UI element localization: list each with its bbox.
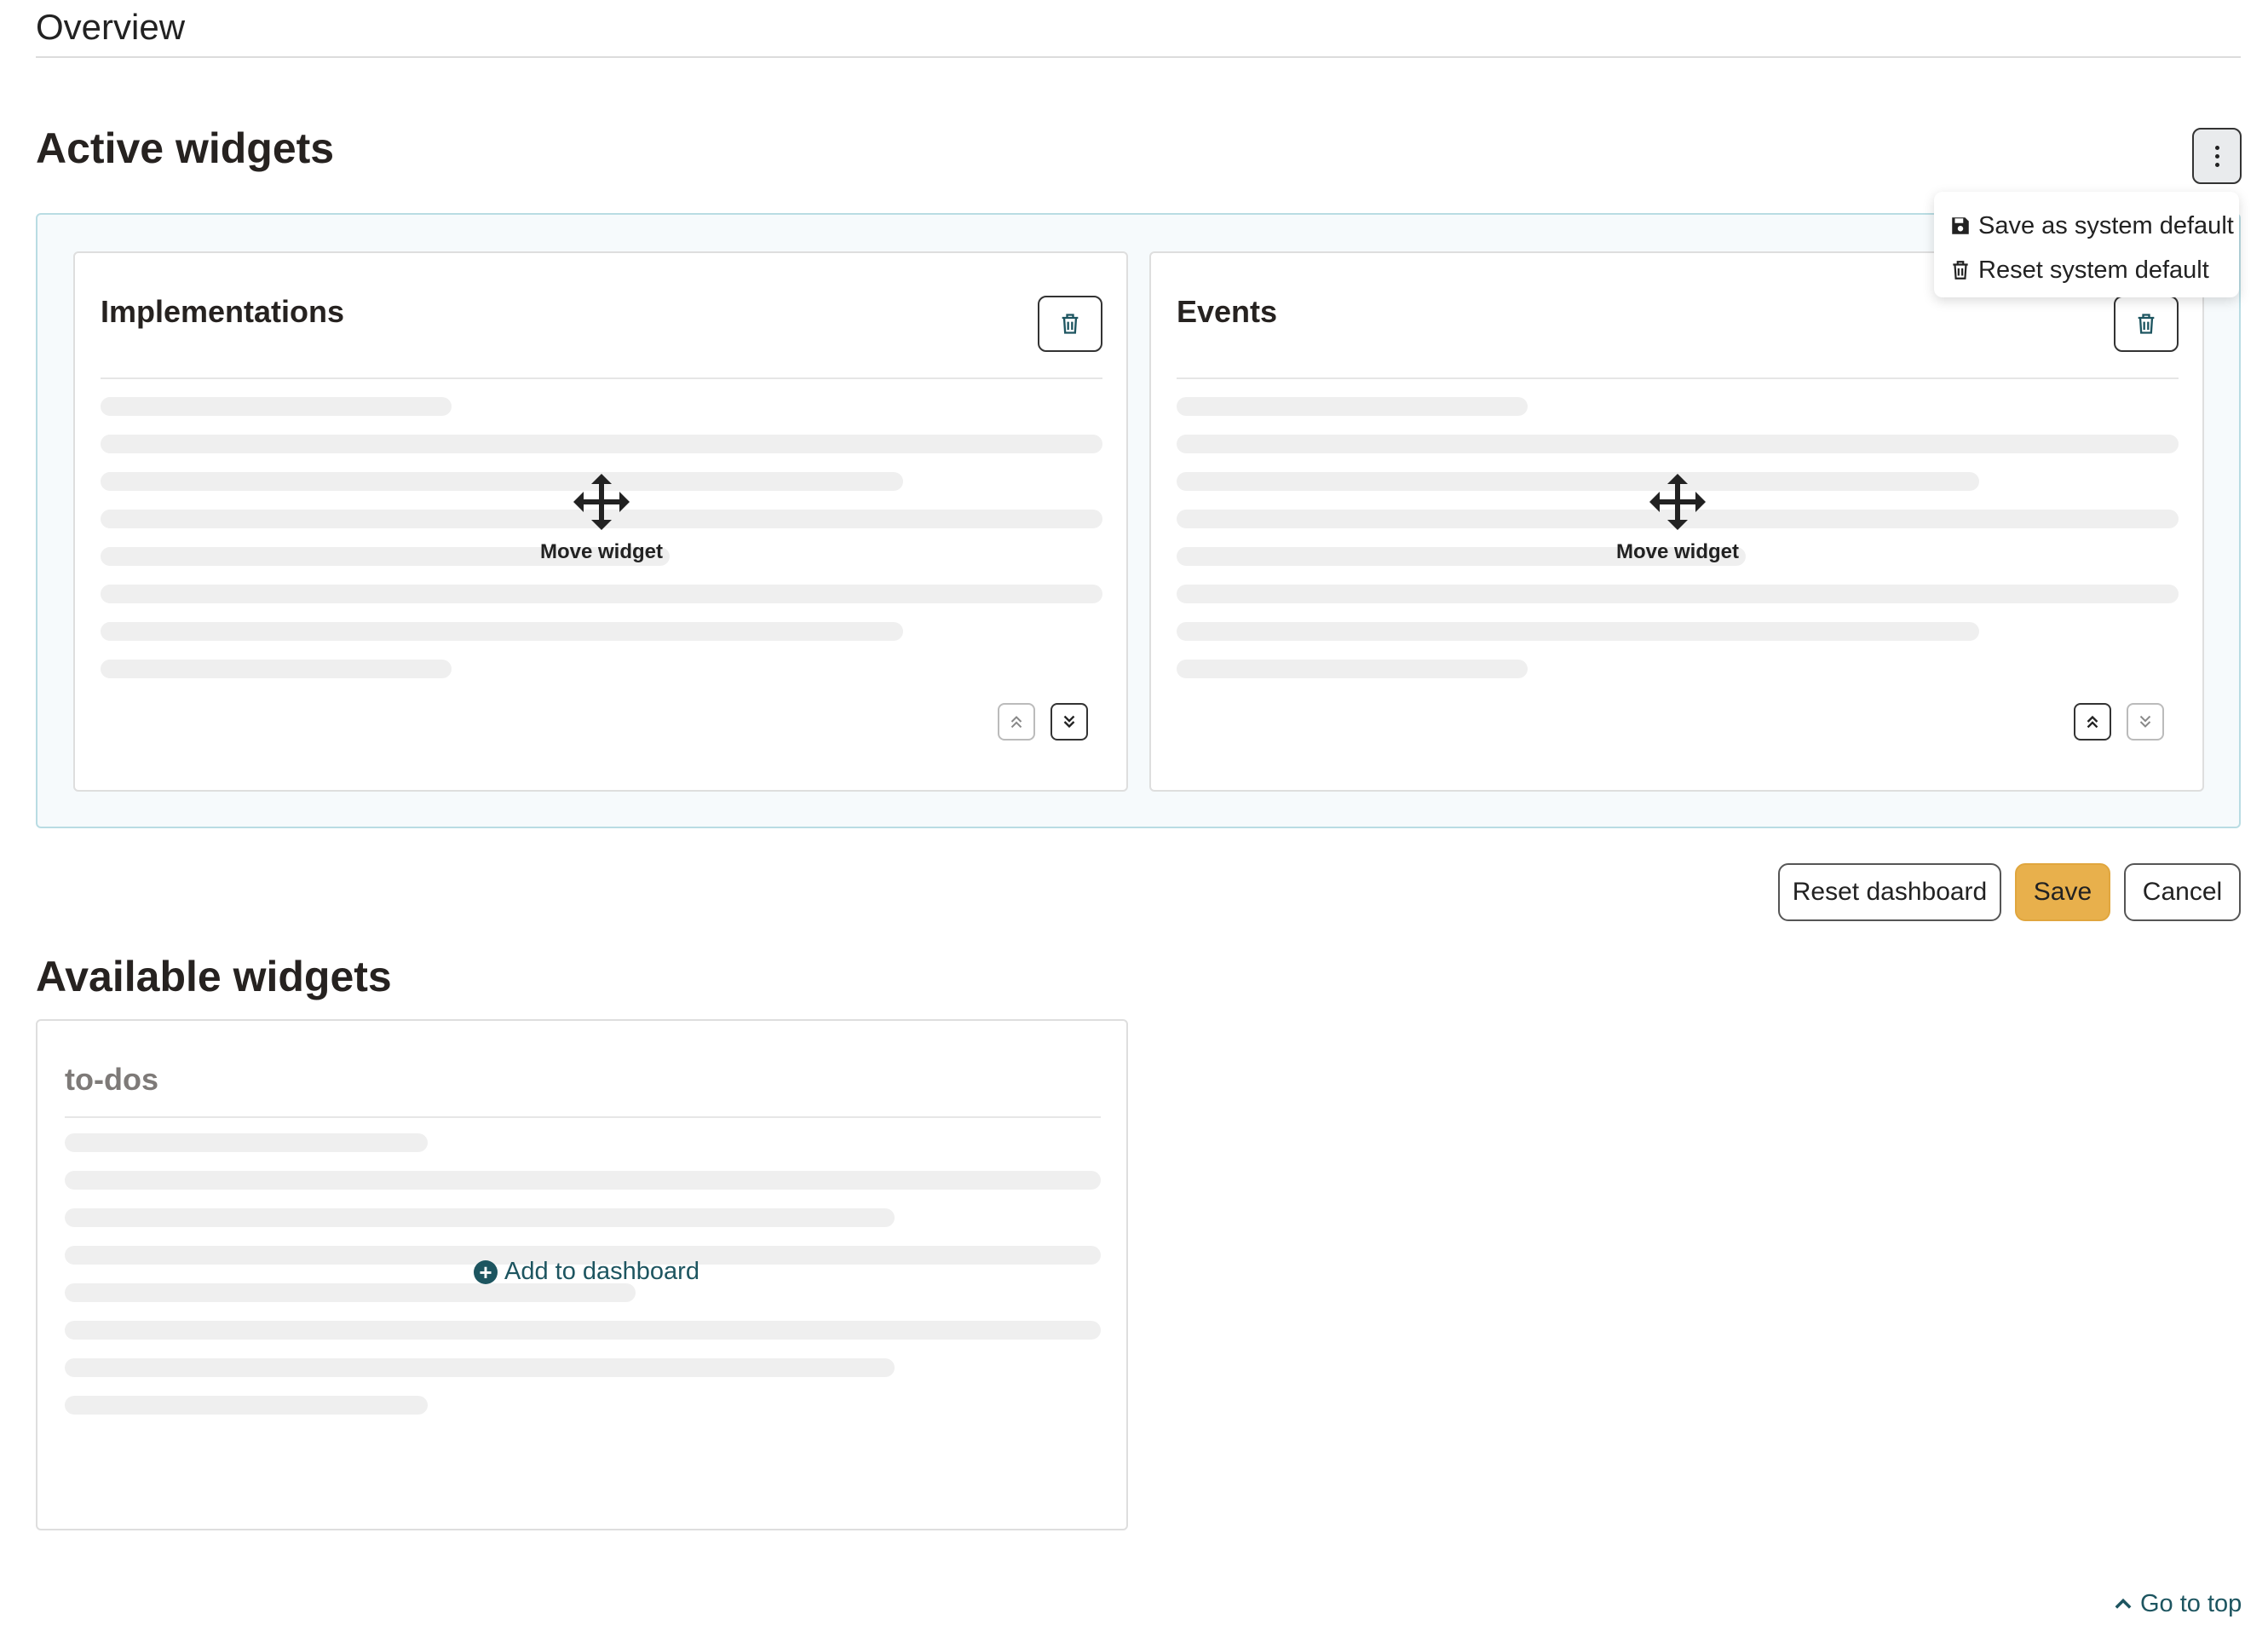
double-chevron-down-icon — [1063, 715, 1075, 729]
save-button[interactable]: Save — [2015, 863, 2110, 921]
move-icon — [1649, 474, 1706, 530]
move-widget-handle[interactable]: Move widget — [1575, 471, 1780, 564]
double-chevron-up-icon — [1010, 716, 1022, 729]
skeleton-line — [101, 622, 903, 641]
widget-title: Implementations — [101, 294, 345, 329]
widget-title: to-dos — [65, 1062, 158, 1097]
add-to-dashboard-button[interactable]: + Add to dashboard — [474, 1258, 699, 1286]
chevron-up-icon — [2115, 1598, 2132, 1609]
reset-dashboard-button[interactable]: Reset dashboard — [1778, 863, 2001, 921]
menu-item-reset-system-default[interactable]: Reset system default — [1934, 248, 2239, 292]
go-to-top-label: Go to top — [2140, 1590, 2242, 1617]
skeleton-line — [1177, 660, 1528, 678]
double-chevron-up-icon — [2087, 715, 2098, 729]
menu-item-save-system-default[interactable]: Save as system default — [1934, 204, 2239, 248]
trash-icon — [1953, 261, 1968, 280]
skeleton-line — [65, 1396, 428, 1415]
widget-divider — [1177, 377, 2179, 379]
skeleton-line — [65, 1171, 1101, 1190]
move-widget-handle[interactable]: Move widget — [499, 471, 704, 564]
menu-item-label: Save as system default — [1978, 211, 2234, 239]
add-to-dashboard-label: Add to dashboard — [504, 1258, 699, 1285]
trash-icon — [1062, 314, 1079, 334]
widget-card-implementations[interactable]: Implementations Move widget — [73, 251, 1128, 792]
skeleton-line — [65, 1208, 895, 1227]
skeleton-line — [1177, 435, 2179, 453]
menu-item-label: Reset system default — [1978, 256, 2209, 284]
move-widget-label: Move widget — [539, 540, 663, 563]
cancel-button[interactable]: Cancel — [2124, 863, 2241, 921]
skeleton-line — [101, 585, 1102, 603]
skeleton-line — [65, 1283, 636, 1302]
available-widgets-heading: Available widgets — [36, 953, 392, 1000]
skeleton-line — [1177, 397, 1528, 416]
skeleton-line — [65, 1321, 1101, 1340]
more-options-button[interactable] — [2192, 128, 2242, 184]
page-title: Overview — [36, 7, 186, 47]
options-menu: Save as system default Reset system defa… — [1934, 192, 2239, 297]
plus-circle-icon: + — [474, 1259, 498, 1284]
skeleton-line — [101, 435, 1102, 453]
double-chevron-down-icon — [2139, 715, 2151, 728]
remove-widget-button[interactable] — [1038, 296, 1102, 352]
active-widgets-area: Implementations Move widget Events Move … — [36, 213, 2241, 828]
widget-card-events[interactable]: Events Move widget — [1149, 251, 2204, 792]
skeleton-line — [101, 660, 452, 678]
move-up-button[interactable] — [2074, 703, 2111, 741]
trash-icon — [2138, 314, 2155, 334]
go-to-top-link[interactable]: Go to top — [2111, 1590, 2242, 1618]
widget-title: Events — [1177, 294, 1278, 329]
move-icon — [573, 474, 630, 530]
move-widget-label: Move widget — [1615, 540, 1739, 563]
title-divider — [36, 56, 2241, 58]
remove-widget-button[interactable] — [2114, 296, 2179, 352]
move-down-button[interactable] — [1051, 703, 1088, 741]
skeleton-line — [101, 397, 452, 416]
move-up-button[interactable] — [998, 703, 1035, 741]
available-widget-card-todos: to-dos + Add to dashboard — [36, 1019, 1128, 1530]
widget-divider — [65, 1116, 1101, 1118]
skeleton-line — [65, 1358, 895, 1377]
kebab-icon — [2214, 145, 2219, 167]
active-widgets-heading: Active widgets — [36, 124, 335, 172]
move-down-button[interactable] — [2127, 703, 2164, 741]
widget-divider — [101, 377, 1102, 379]
skeleton-line — [1177, 622, 1979, 641]
floppy-disk-icon — [1952, 217, 1969, 234]
skeleton-line — [65, 1133, 428, 1152]
skeleton-line — [1177, 585, 2179, 603]
